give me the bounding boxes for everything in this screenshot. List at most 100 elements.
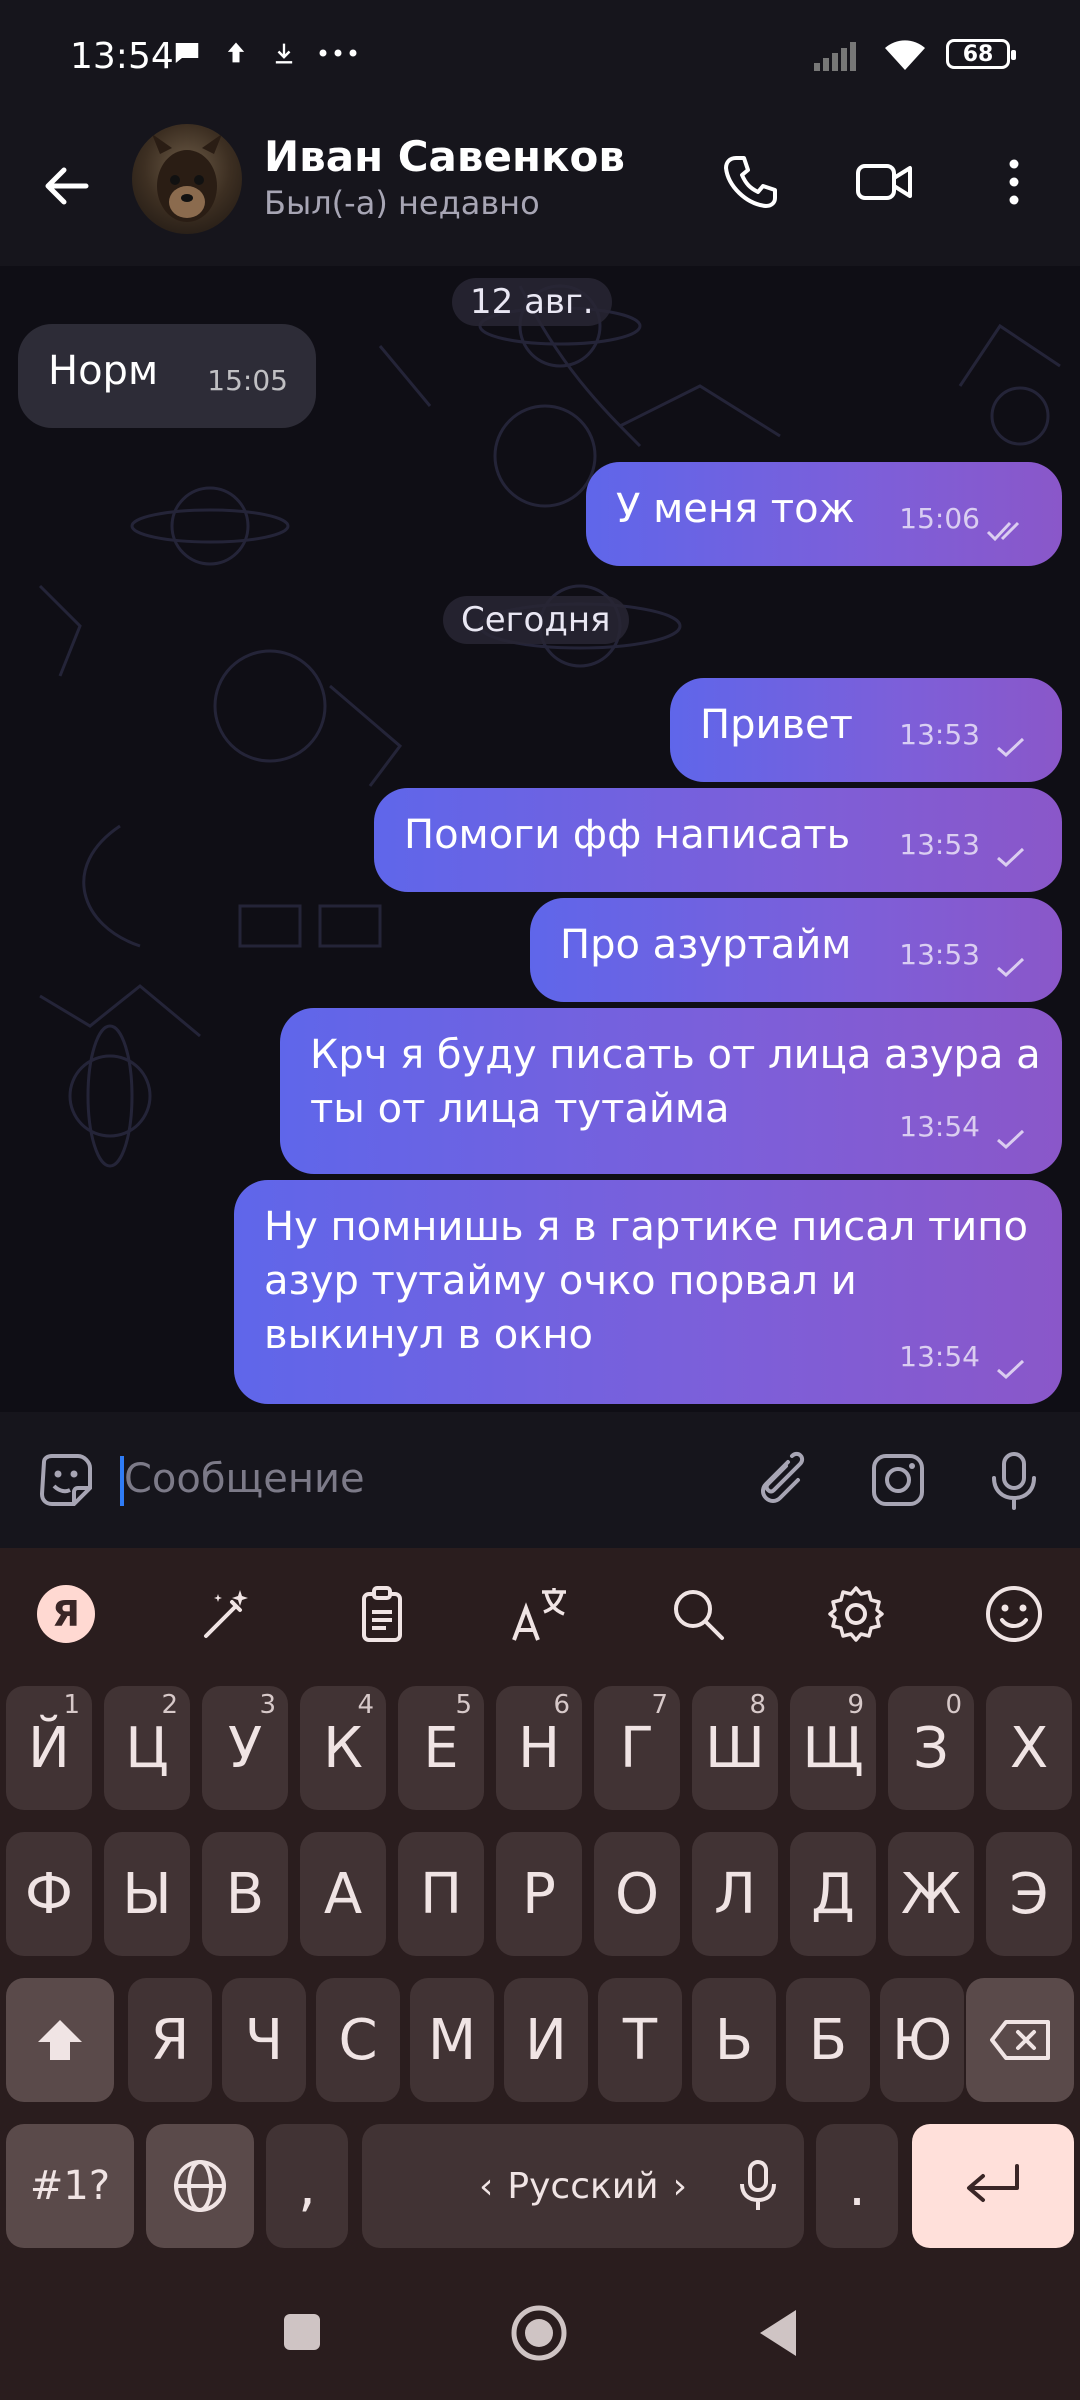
more-vert-icon[interactable] xyxy=(982,150,1046,214)
message-composer: Сообщение xyxy=(0,1412,1080,1548)
check-icon xyxy=(997,1129,1025,1150)
language-globe-key[interactable] xyxy=(146,2124,254,2248)
key-ж[interactable]: Ж xyxy=(888,1832,974,1956)
message-outgoing[interactable]: Про азуртайм 13:53 xyxy=(530,898,1062,1002)
keyboard-toolbar: Я xyxy=(0,1548,1080,1678)
key-г[interactable]: Г7 xyxy=(594,1686,680,1810)
video-icon[interactable] xyxy=(852,150,916,214)
key-label: Ы xyxy=(122,1861,172,1927)
battery-indicator: 68 xyxy=(946,39,1016,69)
message-input[interactable]: Сообщение xyxy=(124,1456,365,1502)
key-label: Й xyxy=(28,1715,70,1781)
key-label: П xyxy=(419,1861,463,1927)
key-л[interactable]: Л xyxy=(692,1832,778,1956)
key-label: В xyxy=(225,1861,265,1927)
key-ы[interactable]: Ы xyxy=(104,1832,190,1956)
message-outgoing[interactable]: Привет 13:53 xyxy=(670,678,1062,782)
globe-icon xyxy=(174,2160,226,2212)
key-ф[interactable]: Ф xyxy=(6,1832,92,1956)
key-label: Т xyxy=(622,2007,658,2073)
yandex-logo-icon[interactable]: Я xyxy=(34,1582,98,1646)
key-е[interactable]: Е5 xyxy=(398,1686,484,1810)
key-ч[interactable]: Ч xyxy=(222,1978,306,2102)
key-и[interactable]: И xyxy=(504,1978,588,2102)
key-label: Э xyxy=(1009,1861,1049,1927)
emoji-icon[interactable] xyxy=(982,1582,1046,1646)
key-а[interactable]: А xyxy=(300,1832,386,1956)
key-п[interactable]: П xyxy=(398,1832,484,1956)
message-outgoing[interactable]: Крч я буду писать от лица азура а ты от … xyxy=(280,1008,1062,1174)
message-time: 13:53 xyxy=(899,718,980,751)
key-label: Ф xyxy=(24,1861,74,1927)
message-time: 13:54 xyxy=(899,1340,980,1373)
recents-button-icon[interactable] xyxy=(282,2312,322,2352)
key-ь[interactable]: Ь xyxy=(692,1978,776,2102)
key-label: М xyxy=(427,2007,477,2073)
settings-gear-icon[interactable] xyxy=(824,1582,888,1646)
message-incoming[interactable]: Норм 15:05 xyxy=(18,324,316,428)
key-з[interactable]: З0 xyxy=(888,1686,974,1810)
key-щ[interactable]: Щ9 xyxy=(790,1686,876,1810)
symbols-key[interactable]: #1? xyxy=(6,2124,134,2248)
home-button-icon[interactable] xyxy=(510,2304,568,2362)
clipboard-icon[interactable] xyxy=(350,1582,414,1646)
message-outgoing[interactable]: У меня тож 15:06 xyxy=(586,462,1062,566)
key-label: Р xyxy=(522,1861,556,1927)
contact-name[interactable]: Иван Савенков xyxy=(264,132,625,181)
key-в[interactable]: В xyxy=(202,1832,288,1956)
message-list[interactable]: 12 авг. Норм 15:05 У меня тож 15:06 Сего… xyxy=(0,266,1080,1412)
key-label: У xyxy=(227,1715,263,1781)
back-arrow-icon[interactable] xyxy=(36,156,96,216)
more-notifications-icon xyxy=(319,49,357,57)
message-outgoing[interactable]: Ну помнишь я в гартике писал типо азур т… xyxy=(234,1180,1062,1404)
translate-icon[interactable] xyxy=(508,1582,572,1646)
enter-arrow-icon xyxy=(967,2164,1019,2202)
period-key[interactable]: . xyxy=(816,2124,898,2248)
comma-key[interactable]: , xyxy=(266,2124,348,2248)
attach-icon[interactable] xyxy=(746,1448,810,1512)
space-key[interactable]: ‹ Русский › xyxy=(362,2124,804,2248)
contact-status: Был(-а) недавно xyxy=(264,184,540,222)
double-check-icon xyxy=(986,521,1020,542)
key-д[interactable]: Д xyxy=(790,1832,876,1956)
key-label: Л xyxy=(713,1861,757,1927)
key-б[interactable]: Б xyxy=(786,1978,870,2102)
key-ц[interactable]: Ц2 xyxy=(104,1686,190,1810)
backspace-key[interactable] xyxy=(966,1978,1074,2102)
mic-icon[interactable] xyxy=(982,1448,1046,1512)
key-э[interactable]: Э xyxy=(986,1832,1072,1956)
chevron-left-icon: ‹ xyxy=(479,2165,494,2207)
system-nav-bar xyxy=(0,2268,1080,2400)
message-time: 13:53 xyxy=(899,938,980,971)
magic-wand-icon[interactable] xyxy=(194,1582,258,1646)
key-label: Ш xyxy=(705,1715,765,1781)
sticker-icon[interactable] xyxy=(34,1448,98,1512)
camera-icon[interactable] xyxy=(866,1448,930,1512)
key-number-hint: 9 xyxy=(847,1690,864,1720)
key-м[interactable]: М xyxy=(410,1978,494,2102)
back-button-icon[interactable] xyxy=(756,2308,800,2358)
key-у[interactable]: У3 xyxy=(202,1686,288,1810)
key-т[interactable]: Т xyxy=(598,1978,682,2102)
key-й[interactable]: Й1 xyxy=(6,1686,92,1810)
key-я[interactable]: Я xyxy=(128,1978,212,2102)
shift-arrow-icon xyxy=(38,2020,82,2060)
key-ш[interactable]: Ш8 xyxy=(692,1686,778,1810)
message-outgoing[interactable]: Помоги фф написать 13:53 xyxy=(374,788,1062,892)
keyboard: Я Й1Ц2У3К4Е5Н6Г7Ш8Щ9З0Х Ф Ы В А П Р О Л … xyxy=(0,1548,1080,2268)
enter-key[interactable] xyxy=(912,2124,1074,2248)
key-ю[interactable]: Ю xyxy=(880,1978,964,2102)
voice-input-icon[interactable] xyxy=(738,2160,778,2212)
key-о[interactable]: О xyxy=(594,1832,680,1956)
key-label: Ц xyxy=(125,1715,169,1781)
shift-key[interactable] xyxy=(6,1978,114,2102)
key-х[interactable]: Х xyxy=(986,1686,1072,1810)
key-к[interactable]: К4 xyxy=(300,1686,386,1810)
phone-icon[interactable] xyxy=(718,150,782,214)
search-icon[interactable] xyxy=(666,1582,730,1646)
key-с[interactable]: С xyxy=(316,1978,400,2102)
key-н[interactable]: Н6 xyxy=(496,1686,582,1810)
avatar[interactable] xyxy=(132,124,242,234)
key-р[interactable]: Р xyxy=(496,1832,582,1956)
key-number-hint: 6 xyxy=(553,1690,570,1720)
